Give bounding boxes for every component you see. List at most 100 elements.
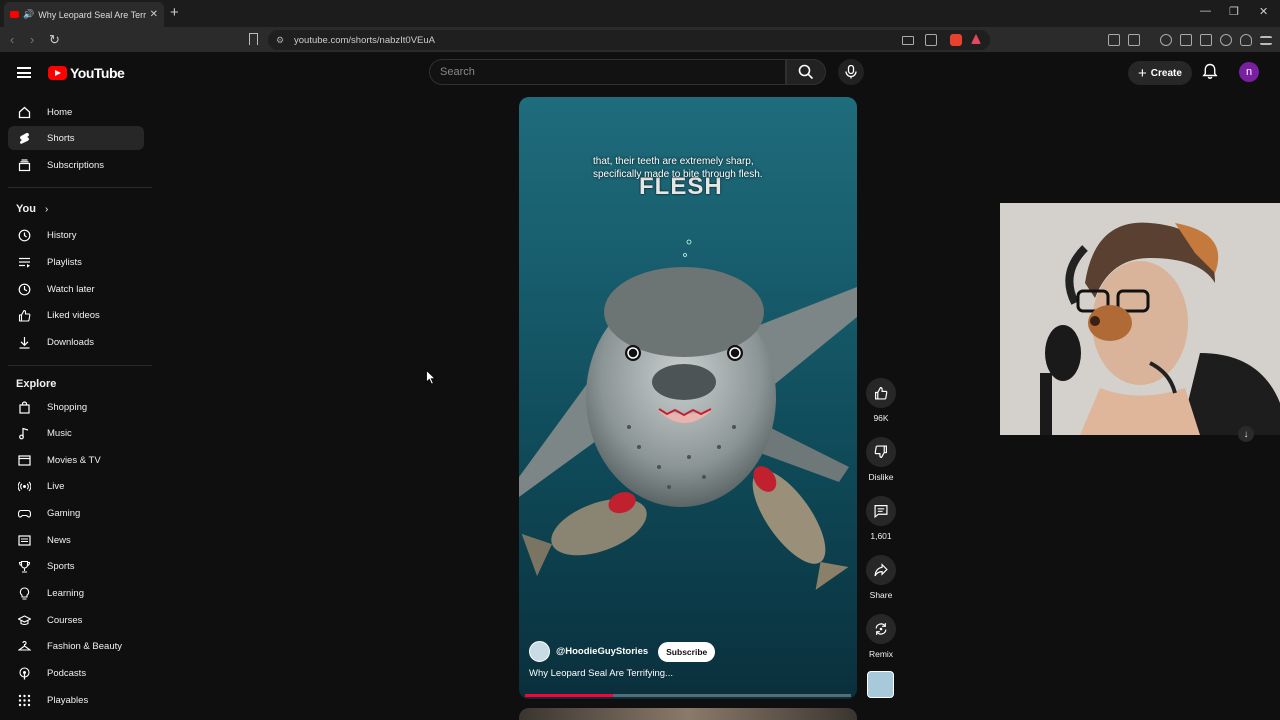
dislike-button[interactable] bbox=[866, 437, 896, 467]
sidebar-item-subscriptions[interactable]: Subscriptions bbox=[8, 153, 144, 177]
sidebar-item-playables[interactable]: Playables bbox=[8, 688, 144, 712]
extensions-icon[interactable] bbox=[1108, 34, 1120, 46]
search-button[interactable] bbox=[786, 59, 826, 85]
sidebar-item-watch-later[interactable]: Watch later bbox=[8, 277, 144, 301]
video-caption: that, their teeth are extremely sharp, s… bbox=[593, 155, 763, 181]
sidebar-item-live[interactable]: Live bbox=[8, 474, 144, 498]
remix-action[interactable]: Remix bbox=[862, 614, 900, 659]
search-input[interactable] bbox=[440, 66, 785, 78]
playlists-icon bbox=[18, 256, 31, 269]
sidebar-item-courses[interactable]: Courses bbox=[8, 608, 144, 632]
subscribe-button[interactable]: Subscribe bbox=[658, 641, 716, 662]
sidebar-item-learning[interactable]: Learning bbox=[8, 581, 144, 605]
cast-icon[interactable] bbox=[902, 36, 914, 45]
dislike-action[interactable]: Dislike bbox=[862, 437, 900, 482]
reload-icon[interactable]: ↻ bbox=[49, 32, 60, 48]
you-section-heading[interactable]: You › bbox=[16, 203, 48, 215]
back-icon[interactable]: ‹ bbox=[10, 32, 14, 47]
sidebar-item-label: News bbox=[47, 534, 71, 546]
voice-search-button[interactable] bbox=[838, 59, 864, 85]
speaker-icon[interactable]: 🔊 bbox=[23, 9, 34, 20]
browser-tab-bar: 🔊 Why Leopard Seal Are Terrify ✕ + — ❐ ✕ bbox=[0, 0, 1280, 27]
sidebar-item-sports[interactable]: Sports bbox=[8, 554, 144, 578]
vpn-icon[interactable] bbox=[1240, 34, 1252, 46]
guide-menu-icon[interactable] bbox=[17, 67, 31, 78]
sidebar-toggle-icon[interactable] bbox=[1180, 34, 1192, 46]
sidebar-item-news[interactable]: News bbox=[8, 528, 144, 552]
ai-icon[interactable] bbox=[1220, 34, 1232, 46]
sidebar-item-playlists[interactable]: Playlists bbox=[8, 250, 144, 274]
youtube-logo[interactable]: YouTube bbox=[48, 65, 125, 81]
sidebar-item-shorts[interactable]: Shorts bbox=[8, 126, 144, 150]
sidebar-item-label: History bbox=[47, 229, 77, 241]
subscriptions-icon bbox=[18, 158, 31, 172]
sidebar-item-podcasts[interactable]: Podcasts bbox=[8, 661, 144, 685]
short-title[interactable]: Why Leopard Seal Are Terrifying... bbox=[529, 668, 673, 679]
like-action[interactable]: 96K bbox=[862, 378, 900, 423]
forward-icon[interactable]: › bbox=[30, 32, 34, 47]
search-icon bbox=[798, 64, 814, 80]
sidebar-item-history[interactable]: History bbox=[8, 223, 144, 247]
bookmark-icon[interactable] bbox=[249, 33, 258, 45]
like-count: 96K bbox=[873, 413, 889, 423]
next-short-preview[interactable] bbox=[519, 708, 857, 720]
share-action[interactable]: Share bbox=[862, 555, 900, 600]
scroll-down-icon[interactable]: ↓ bbox=[1238, 426, 1254, 442]
sound-thumbnail[interactable] bbox=[867, 671, 894, 698]
notifications-button[interactable] bbox=[1202, 63, 1218, 85]
comments-action[interactable]: 1,601 bbox=[862, 496, 900, 541]
sidebar-item-downloads[interactable]: Downloads bbox=[8, 330, 144, 354]
browser-tab[interactable]: 🔊 Why Leopard Seal Are Terrify ✕ bbox=[4, 2, 164, 27]
account-avatar[interactable]: n bbox=[1239, 62, 1259, 82]
restore-icon[interactable]: ❐ bbox=[1229, 5, 1239, 18]
thumbs-up-icon bbox=[875, 387, 888, 400]
rewards-icon[interactable] bbox=[971, 34, 981, 44]
share-page-icon[interactable] bbox=[925, 34, 937, 46]
site-info-icon[interactable]: ⚙ bbox=[276, 35, 286, 45]
comment-icon bbox=[874, 505, 888, 518]
sidebar-item-gaming[interactable]: Gaming bbox=[8, 501, 144, 525]
clapperboard-icon bbox=[18, 454, 31, 467]
channel-name[interactable]: @HoodieGuyStories bbox=[556, 646, 648, 657]
wallet-2-icon[interactable] bbox=[1200, 34, 1212, 46]
brave-shield-icon[interactable] bbox=[950, 34, 962, 46]
sidebar-item-label: Movies & TV bbox=[47, 454, 101, 466]
sidebar-item-label: Shopping bbox=[47, 401, 88, 413]
thumbs-up-icon bbox=[18, 309, 31, 322]
minimize-icon[interactable]: — bbox=[1200, 5, 1211, 17]
search-box[interactable] bbox=[429, 59, 786, 85]
sidebar-item-label: Podcasts bbox=[47, 667, 87, 679]
grid-dots-icon bbox=[18, 694, 31, 707]
explore-section-heading: Explore bbox=[16, 378, 57, 390]
like-button[interactable] bbox=[866, 378, 896, 408]
sidebar-item-label: Courses bbox=[47, 614, 83, 626]
channel-avatar[interactable] bbox=[529, 641, 550, 662]
media-icon[interactable] bbox=[1160, 34, 1172, 46]
wallet-icon[interactable] bbox=[1128, 34, 1140, 46]
close-window-icon[interactable]: ✕ bbox=[1259, 5, 1268, 18]
trophy-icon bbox=[18, 560, 31, 573]
share-button[interactable] bbox=[866, 555, 896, 585]
sidebar-item-fashion-beauty[interactable]: Fashion & Beauty bbox=[8, 634, 144, 658]
video-progress-bar[interactable] bbox=[525, 694, 851, 697]
sidebar-item-liked-videos[interactable]: Liked videos bbox=[8, 303, 144, 327]
comments-button[interactable] bbox=[866, 496, 896, 526]
shorts-video-player[interactable]: FLESH that, their teeth are extremely sh… bbox=[519, 97, 857, 699]
sidebar-item-shopping[interactable]: Shopping bbox=[8, 395, 144, 419]
shopping-bag-icon bbox=[18, 400, 31, 414]
sidebar-item-label: Playlists bbox=[47, 256, 82, 268]
create-button[interactable]: + Create bbox=[1128, 61, 1192, 85]
sidebar-divider bbox=[8, 365, 152, 366]
sidebar-item-label: Sports bbox=[47, 560, 75, 572]
sidebar-item-home[interactable]: Home bbox=[8, 100, 144, 124]
logo-text: YouTube bbox=[70, 65, 125, 81]
remix-button[interactable] bbox=[866, 614, 896, 644]
menu-icon[interactable] bbox=[1260, 36, 1272, 45]
sidebar-item-movies-tv[interactable]: Movies & TV bbox=[8, 448, 144, 472]
sidebar-item-music[interactable]: Music bbox=[8, 421, 144, 445]
new-tab-icon[interactable]: + bbox=[170, 4, 179, 21]
remix-label: Remix bbox=[868, 649, 894, 659]
close-tab-icon[interactable]: ✕ bbox=[150, 9, 158, 20]
address-bar[interactable]: ⚙ youtube.com/shorts/nabzIt0VEuA bbox=[268, 30, 990, 50]
create-label: Create bbox=[1150, 67, 1182, 79]
